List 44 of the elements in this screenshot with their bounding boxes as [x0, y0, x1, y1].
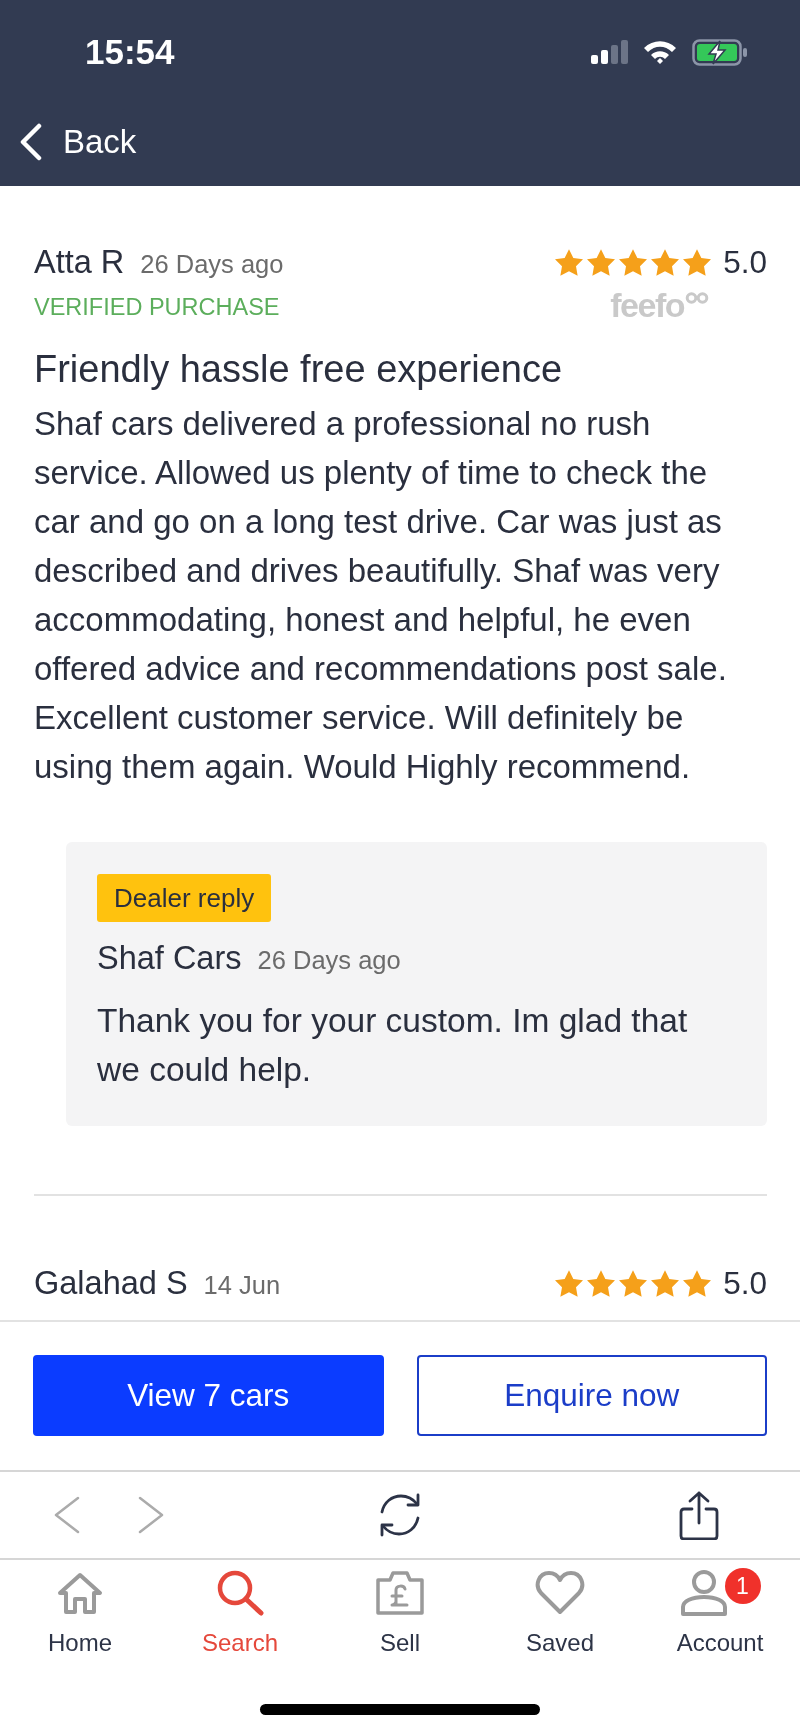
notification-badge: 1 — [724, 1568, 761, 1604]
rating-value: 5.0 — [723, 1264, 767, 1302]
star-icon — [555, 248, 584, 276]
battery-charging-icon — [692, 38, 748, 66]
heart-icon — [535, 1570, 585, 1616]
review-date: 14 Jun — [203, 1270, 281, 1301]
camera-pound-icon — [375, 1570, 425, 1616]
person-icon — [679, 1569, 728, 1617]
dealer-name: Shaf Cars — [97, 939, 242, 977]
star-icon — [587, 248, 616, 276]
rating-value: 5.0 — [723, 243, 767, 281]
search-icon — [216, 1570, 264, 1616]
star-icon — [619, 248, 648, 276]
star-icon — [619, 1269, 648, 1297]
reviewer-name: Galahad S — [34, 1264, 188, 1302]
star-icon — [683, 1269, 712, 1297]
star-icon — [651, 1269, 680, 1297]
review-body: Shaf cars delivered a professional no rush service. Allowed us plenty of time to check the car and go on a long test drive. Car was just as described and drives beautifully. Shaf was very accommodating, honest and helpful, he even offered advice and recommendations post sale. Excellent customer service. Will definitely be using them again. Would Highly recommend. — [34, 404, 728, 787]
tab-bar-item[interactable]: Sell — [320, 1568, 480, 1657]
back-button[interactable]: Back — [20, 122, 137, 162]
enquire-button[interactable]: Enquire now — [416, 1355, 767, 1436]
reviewer-name: Atta R — [34, 243, 125, 281]
review-title: Friendly hassle free experience — [34, 347, 564, 391]
tab-bar-item[interactable]: Home — [0, 1568, 160, 1657]
tab-bar-item[interactable]: Search — [160, 1568, 320, 1657]
reply-text: Thank you for your custom. Im glad that we could help. — [97, 1001, 689, 1090]
star-icon — [683, 248, 712, 276]
share-icon[interactable] — [679, 1490, 719, 1540]
reply-date: 26 Days ago — [257, 945, 401, 976]
review-date: 26 Days ago — [140, 249, 284, 280]
status-time: 15:54 — [85, 30, 175, 73]
tab-bar-item[interactable]: Saved — [480, 1568, 640, 1657]
view-cars-button[interactable]: View 7 cars — [33, 1355, 384, 1436]
home-icon — [57, 1571, 103, 1615]
star-icon — [555, 1269, 584, 1297]
verified-label: VERIFIED PURCHASE — [34, 293, 281, 321]
chevron-left-icon — [20, 123, 42, 161]
star-icon — [651, 248, 680, 276]
dealer-reply-tag: Dealer reply — [97, 874, 272, 922]
star-icon — [587, 1269, 616, 1297]
tab-bar-item[interactable]: 1 Account — [640, 1568, 800, 1657]
logo-mark-icon — [685, 292, 709, 304]
signal-icon — [591, 40, 628, 64]
wifi-icon — [642, 39, 678, 65]
